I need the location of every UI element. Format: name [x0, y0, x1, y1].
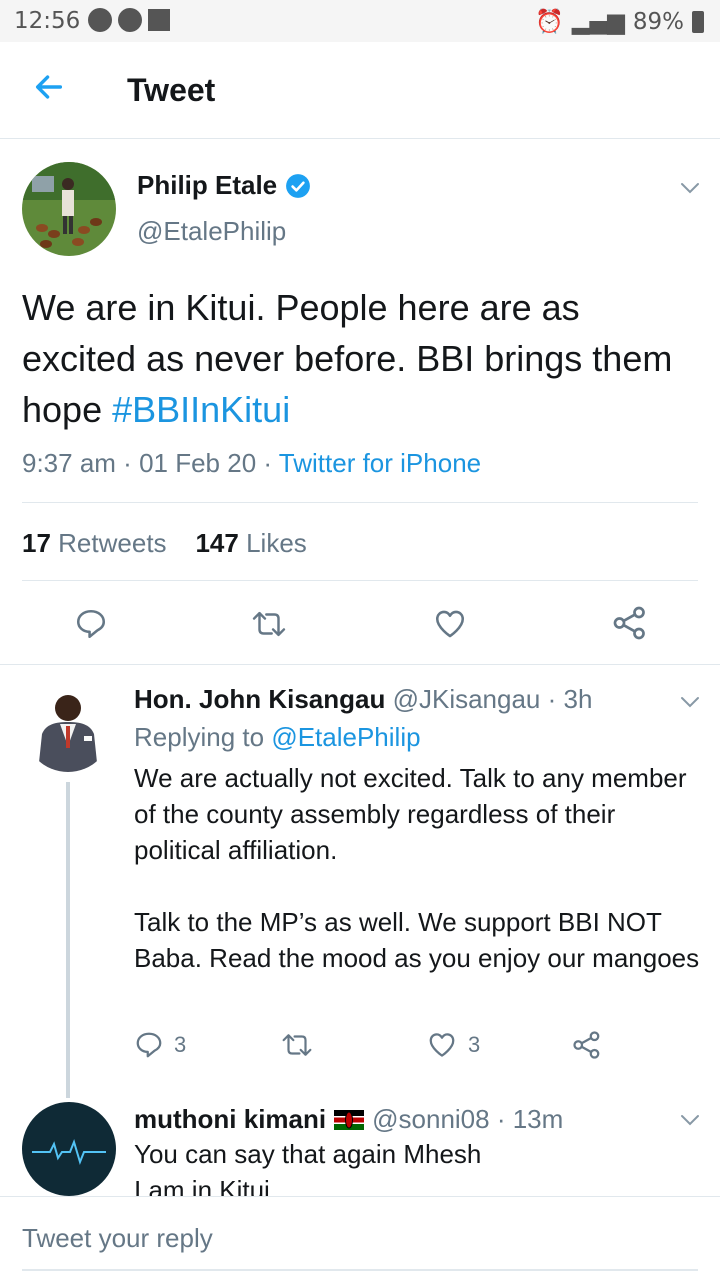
reply-author-name: Hon. John Kisangau [134, 684, 386, 714]
reply-author[interactable]: muthoni kimani @sonni08 · 13m [134, 1104, 563, 1135]
reply-author-handle: @sonni08 [372, 1104, 490, 1134]
retweets-count: 17 [22, 528, 51, 558]
reply-author[interactable]: Hon. John Kisangau @JKisangau · 3h [134, 684, 592, 715]
whatsapp-icon [88, 8, 112, 32]
status-bar: 12:56 ⏰ ▂▄▆ 89% [0, 0, 720, 42]
chevron-down-icon[interactable] [680, 1114, 700, 1126]
app-header: Tweet [0, 42, 720, 139]
share-icon[interactable] [612, 605, 648, 641]
reply-icon[interactable] [74, 607, 108, 641]
battery-icon [692, 10, 704, 33]
avatar[interactable] [22, 162, 116, 256]
reply-age: 3h [563, 684, 593, 714]
share-icon [573, 1031, 600, 1059]
likes-label: Likes [246, 528, 307, 558]
avatar-image [22, 1102, 116, 1196]
gallery-icon [148, 9, 170, 31]
alarm-icon: ⏰ [535, 9, 564, 35]
replying-to: Replying to @EtalePhilip [134, 722, 421, 753]
reply-input[interactable]: Tweet your reply [22, 1223, 213, 1254]
divider [22, 502, 698, 503]
reply-compose-bar: Tweet your reply [0, 1196, 720, 1281]
avatar[interactable] [24, 684, 112, 772]
tweet-date: 01 Feb 20 [139, 448, 257, 478]
author-name-text: Philip Etale [137, 170, 278, 200]
kenya-flag-icon [334, 1109, 365, 1130]
thread-line [66, 782, 70, 1098]
likes-stat[interactable]: 147 Likes [195, 528, 306, 558]
reply-retweet-action[interactable] [280, 1030, 314, 1060]
battery-text: 89% [632, 8, 684, 35]
divider [22, 580, 698, 581]
reply-count: 3 [174, 1032, 187, 1057]
chevron-down-icon[interactable] [680, 696, 700, 708]
avatar-image [24, 684, 112, 772]
like-icon [429, 1033, 455, 1057]
reply-text: We are actually not excited. Talk to any… [134, 763, 687, 865]
section-divider [0, 664, 720, 665]
like-count: 3 [468, 1032, 481, 1057]
retweet-icon[interactable] [250, 607, 288, 641]
tweet-text: We are in Kitui. People here are as exci… [22, 282, 702, 435]
reply-like-action[interactable]: 3 [426, 1030, 480, 1060]
reply-icon [136, 1032, 162, 1058]
like-icon[interactable] [432, 607, 468, 641]
back-arrow-icon[interactable] [32, 70, 66, 104]
status-time: 12:56 [14, 8, 81, 34]
page-title: Tweet [127, 72, 216, 108]
avatar[interactable] [22, 1102, 116, 1196]
author-handle[interactable]: @EtalePhilip [137, 216, 286, 247]
retweets-label: Retweets [58, 528, 167, 558]
retweets-stat[interactable]: 17 Retweets [22, 528, 167, 558]
phone-icon [118, 8, 142, 32]
status-right: ⏰ ▂▄▆ 89% [535, 8, 704, 35]
reply-reply-action[interactable]: 3 [134, 1030, 186, 1060]
hashtag-link[interactable]: #BBIInKitui [112, 389, 290, 430]
retweet-icon [282, 1034, 312, 1056]
signal-icon: ▂▄▆ [571, 8, 625, 35]
replying-label: Replying to [134, 722, 265, 752]
tweet-time: 9:37 am [22, 448, 116, 478]
avatar-image [22, 162, 116, 256]
likes-count: 147 [195, 528, 239, 558]
author-name[interactable]: Philip Etale [137, 170, 311, 201]
reply-author-name: muthoni kimani [134, 1104, 327, 1134]
reply-text: You can say that again Mhesh [134, 1139, 482, 1169]
reply-share-action[interactable] [572, 1030, 602, 1060]
reply-author-handle: @JKisangau [392, 684, 541, 714]
notification-icons [88, 8, 170, 32]
reply-age: 13m [512, 1104, 564, 1134]
tweet-stats: 17 Retweets 147 Likes [22, 528, 307, 559]
verified-badge-icon [286, 173, 311, 198]
tweet-source[interactable]: Twitter for iPhone [279, 448, 481, 478]
reply-input-underline [22, 1269, 698, 1271]
replying-to-handle[interactable]: @EtalePhilip [271, 722, 420, 752]
reply-text-paragraph-2: Talk to the MP’s as well. We support BBI… [134, 907, 700, 973]
chevron-down-icon[interactable] [680, 182, 700, 194]
tweet-meta: 9:37 am · 01 Feb 20 · Twitter for iPhone [22, 448, 482, 478]
